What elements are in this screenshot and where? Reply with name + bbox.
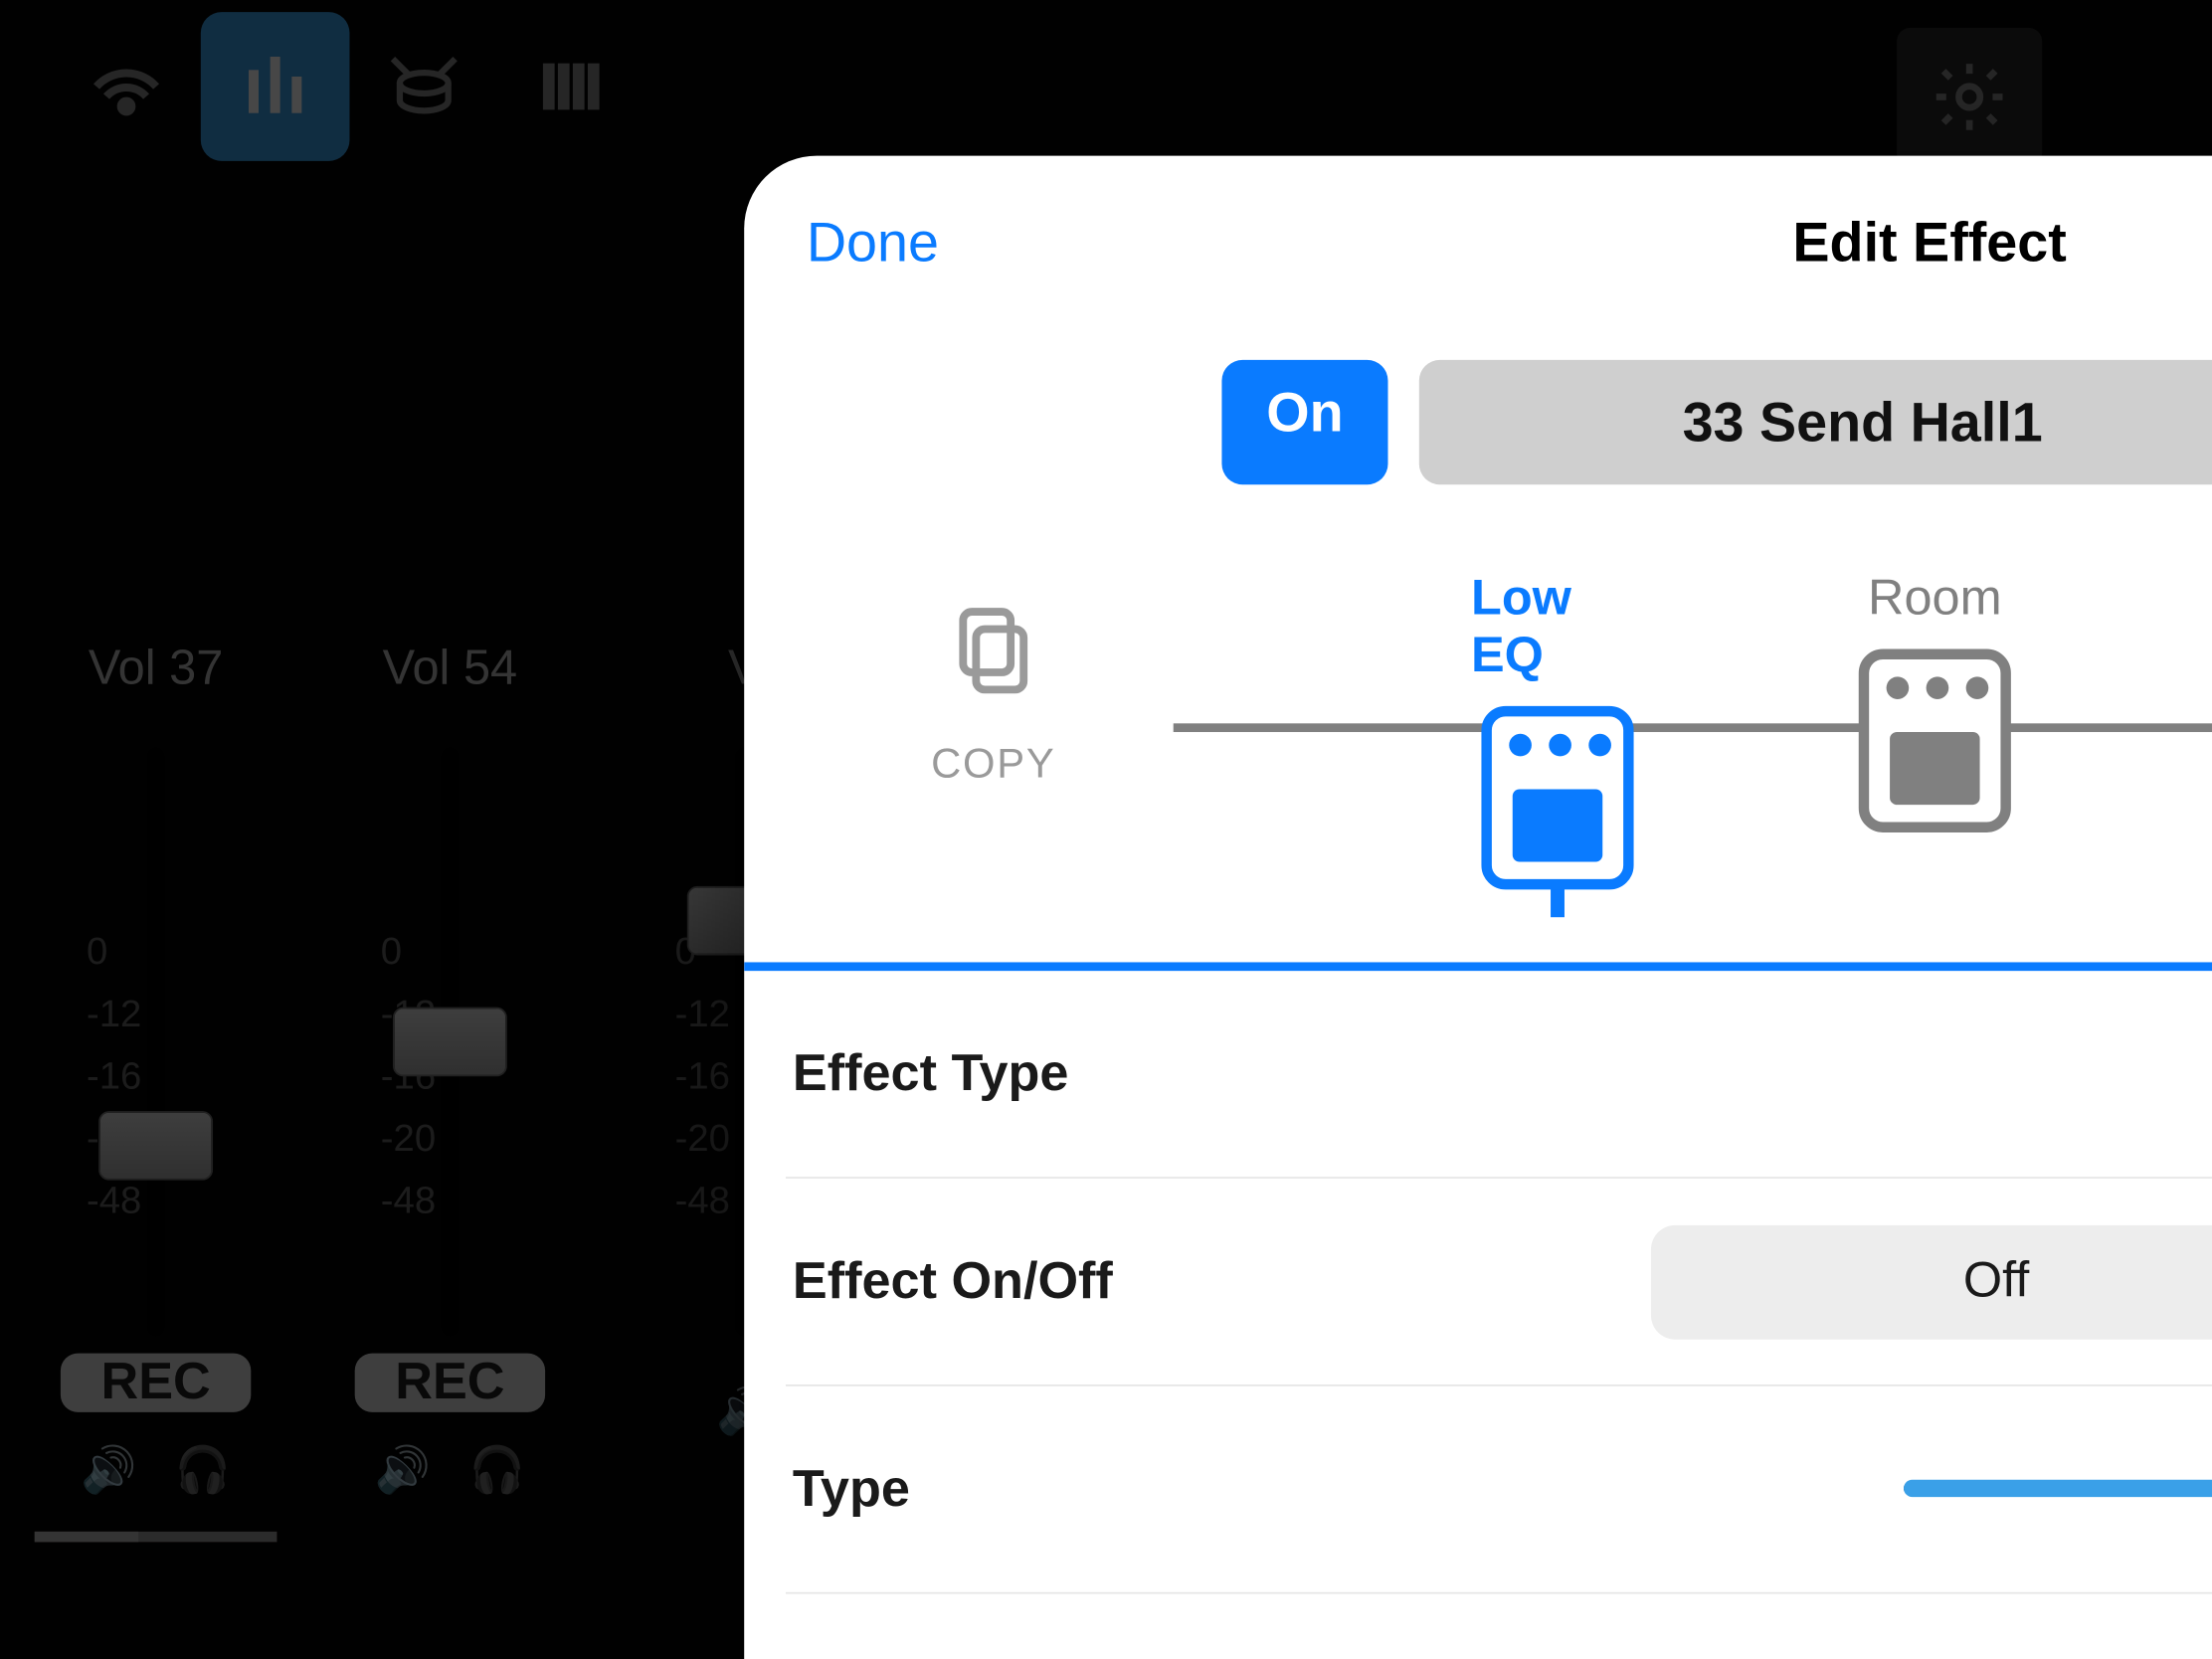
effect-onoff-label: Effect On/Off [786, 1252, 1616, 1311]
param-slider[interactable] [1904, 1453, 2212, 1526]
onoff-segmented[interactable]: Off On [1651, 1224, 2212, 1339]
copy-button[interactable]: COPY [931, 599, 1055, 789]
effect-type-label: Effect Type [786, 1044, 1616, 1103]
param-label: Type [786, 1460, 1616, 1519]
effect-power-button[interactable]: On [1221, 360, 1388, 484]
pedal-low-eq[interactable]: Low EQ [1471, 571, 1644, 917]
effect-type-row[interactable]: Effect Type Low EQ › [786, 971, 2212, 1179]
edit-effect-modal: Done Edit Effect On 33 Send Hall1 ✎ COPY… [744, 156, 2212, 1659]
effect-chain: COPY Low EQRoomHall LEVEL 25 [744, 571, 2212, 969]
effect-onoff-row: Effect On/Off Off On [786, 1179, 2212, 1386]
onoff-off-option[interactable]: Off [1658, 1231, 2212, 1332]
modal-title: Edit Effect [1792, 210, 2066, 274]
preset-name: 33 Send Hall1 [1419, 390, 2212, 454]
done-button[interactable]: Done [807, 210, 939, 274]
param-row-type: TypeHPF [786, 1386, 2212, 1594]
preset-selector[interactable]: 33 Send Hall1 ✎ [1419, 360, 2212, 484]
pedal-label: Low EQ [1471, 571, 1644, 685]
pedal-icon [1859, 649, 2011, 832]
pedal-icon [1481, 706, 1633, 889]
pedal-room[interactable]: Room [1848, 571, 2021, 917]
param-row-freq: FREQ320 [786, 1594, 2212, 1659]
pedal-label: Room [1868, 571, 2002, 628]
